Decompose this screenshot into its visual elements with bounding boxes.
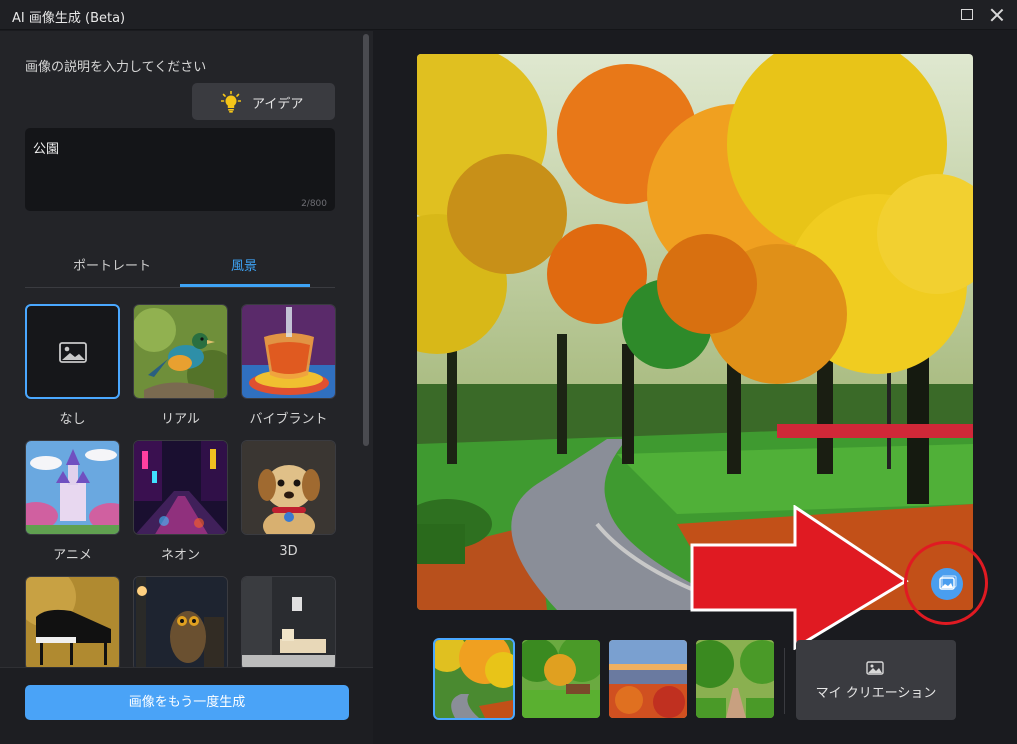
prompt-text: 公園 [33, 142, 60, 157]
style-thumb [25, 440, 120, 535]
image-icon [866, 661, 884, 675]
gallery-button[interactable] [931, 568, 963, 600]
image-placeholder-icon [59, 342, 87, 363]
style-label: リアル [161, 412, 200, 427]
style-item[interactable] [25, 576, 120, 669]
style-tabs: ポートレート 風景 [25, 247, 335, 288]
interior-image [242, 577, 335, 669]
scrollbar[interactable] [363, 34, 369, 446]
style-thumb [241, 304, 336, 399]
result-thumbnails [433, 638, 775, 720]
title-bar: AI 画像生成 (Beta) [0, 0, 1017, 30]
style-real[interactable]: リアル [133, 304, 228, 427]
castle-image [26, 441, 119, 534]
lightbulb-icon [221, 91, 241, 113]
style-label: なし [59, 412, 86, 427]
style-anime[interactable]: アニメ [25, 440, 120, 563]
char-counter: 2/800 [301, 199, 327, 209]
style-thumb [241, 576, 336, 669]
style-thumb [133, 304, 228, 399]
style-thumb [133, 576, 228, 669]
thumbnail-image [696, 640, 774, 718]
active-tab-indicator [180, 284, 310, 287]
style-thumb [25, 576, 120, 669]
thumbnail-image [609, 640, 687, 718]
bird-image [134, 305, 227, 398]
close-icon[interactable] [988, 6, 1006, 24]
tab-landscape[interactable]: 風景 [231, 255, 257, 274]
maximize-icon[interactable] [958, 6, 976, 24]
my-creations-label: マイ クリエーション [815, 686, 937, 701]
thumbnail-image [435, 640, 513, 718]
generated-image [417, 54, 973, 610]
tea-cup-image [242, 305, 335, 398]
style-label: 3D [279, 544, 298, 559]
style-thumb [241, 440, 336, 535]
style-label: アニメ [53, 548, 92, 563]
result-thumbnail[interactable] [696, 640, 774, 718]
result-thumbnail[interactable] [433, 638, 515, 720]
style-none[interactable]: なし [25, 304, 120, 427]
style-label: ネオン [160, 548, 200, 563]
style-thumb [133, 440, 228, 535]
thumbnail-image [522, 640, 600, 718]
my-creations-button[interactable]: マイ クリエーション [796, 640, 956, 720]
prompt-label: 画像の説明を入力してください [25, 60, 207, 75]
idea-button[interactable]: アイデア [192, 83, 335, 120]
result-thumbnail[interactable] [609, 640, 687, 718]
style-item[interactable] [241, 576, 336, 669]
style-label: バイブラント [249, 412, 328, 427]
style-neon[interactable]: ネオン [133, 440, 228, 563]
park-image [417, 54, 973, 610]
style-3d[interactable]: 3D [241, 440, 336, 559]
style-vibrant[interactable]: バイブラント [241, 304, 336, 427]
style-grid: なし リアル バイブラント アニメ ネオン 3D [25, 304, 337, 669]
gallery-icon [939, 575, 957, 590]
owl-image [134, 577, 227, 669]
settings-panel: 画像の説明を入力してください アイデア 公園 2/800 ポートレート 風景 な… [0, 31, 373, 744]
style-item[interactable] [133, 576, 228, 669]
prompt-input[interactable]: 公園 2/800 [25, 128, 335, 211]
piano-image [26, 577, 119, 669]
window-title: AI 画像生成 (Beta) [12, 11, 126, 26]
result-thumbnail[interactable] [522, 640, 600, 718]
neon-street-image [134, 441, 227, 534]
puppy-image [242, 441, 335, 534]
divider [784, 648, 785, 714]
idea-button-label: アイデア [252, 97, 304, 112]
regenerate-button[interactable]: 画像をもう一度生成 [25, 685, 349, 720]
bottom-bar: 画像をもう一度生成 [0, 667, 373, 744]
style-thumb [25, 304, 120, 399]
tab-portrait[interactable]: ポートレート [73, 255, 151, 274]
